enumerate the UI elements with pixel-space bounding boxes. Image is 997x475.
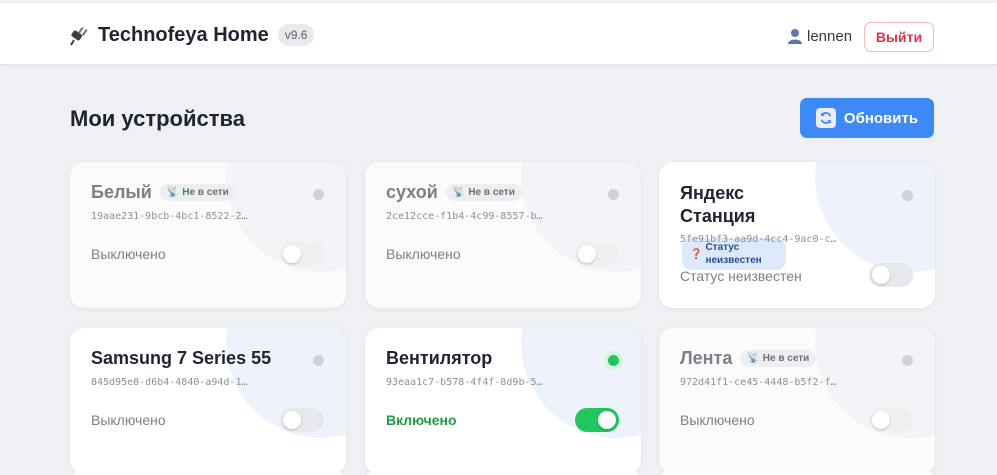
device-name: Лента [680,348,733,368]
page-title: Мои устройства [70,106,245,131]
offline-badge: 📡 Не в сети [445,184,522,201]
device-card[interactable]: Samsung 7 Series 55 845d95e8-d6b4-4840-a… [70,328,346,474]
device-name: Вентилятор [386,348,493,368]
power-toggle[interactable] [280,242,324,266]
version-badge: v9.6 [277,24,315,46]
top-bar: Technofeya Home v9.6 lennen Выйти [0,3,997,65]
logout-button[interactable]: Выйти [864,22,934,52]
offline-badge: 📡 Не в сети [159,184,236,201]
refresh-button[interactable]: Обновить [800,98,934,138]
device-state: Выключено [91,246,166,262]
user-info: lennen [786,27,852,45]
device-card-partial[interactable] [70,471,346,475]
device-id: 972d41f1-ce45-4448-b5f2-f… [680,377,837,388]
power-toggle[interactable] [869,408,913,432]
user-icon [788,29,802,44]
device-state: Включено [386,412,457,428]
device-id: 5fe91bf3-aa9d-4cc4-9ac0-c… [680,234,837,245]
username: lennen [807,27,853,45]
brand-title: Technofeya Home [98,23,269,46]
power-toggle[interactable] [575,408,619,432]
refresh-icon [815,108,836,128]
device-state: Выключено [91,412,166,428]
status-dot [313,189,324,200]
device-id: 845d95e8-d6b4-4840-a94d-1… [91,377,248,388]
status-dot [313,355,324,366]
badge-label: Не в сети [182,187,229,198]
device-state: Выключено [680,412,755,428]
satellite-icon: 📡 [747,353,760,364]
device-name: сухой [386,182,438,202]
brand[interactable]: Technofeya Home v9.6 [70,22,315,48]
power-toggle[interactable] [280,408,324,432]
device-card[interactable]: Яндекс Станция ❓ Статус неизвестен 5fe91… [659,162,935,308]
question-icon: ❓ [690,248,703,260]
device-card-partial[interactable] [365,471,641,475]
satellite-icon: 📡 [166,187,180,198]
status-dot [608,355,619,366]
offline-badge: 📡 Не в сети [740,350,817,367]
badge-label: Не в сети [468,187,515,198]
badge-label: Не в сети [762,353,810,364]
satellite-icon: 📡 [452,187,466,198]
device-state: Статус неизвестен [680,268,802,284]
device-name: Samsung 7 Series 55 [91,348,272,368]
device-name: Яндекс Станция [680,183,756,226]
device-state: Выключено [386,246,461,262]
refresh-label: Обновить [843,109,919,127]
status-dot [608,189,619,200]
device-id: 2ce12cce-f1b4-4c99-8557-b… [386,211,543,222]
status-dot [902,355,913,366]
device-card-partial[interactable] [659,471,935,475]
status-dot [902,190,913,201]
device-card[interactable]: Вентилятор 93eaa1c7-b578-4f4f-8d9b-5… Вк… [365,328,641,474]
power-toggle[interactable] [575,242,619,266]
power-toggle[interactable] [869,263,913,287]
device-id: 93eaa1c7-b578-4f4f-8d9b-5… [386,377,543,388]
device-name: Белый [91,182,152,202]
device-card[interactable]: Белый 📡 Не в сети 19aae231-9bcb-4bc1-852… [70,162,346,308]
plug-icon [70,26,88,46]
device-card[interactable]: Лента 📡 Не в сети 972d41f1-ce45-4448-b5f… [659,328,935,474]
device-card[interactable]: сухой 📡 Не в сети 2ce12cce-f1b4-4c99-855… [365,162,641,308]
device-id: 19aae231-9bcb-4bc1-8522-2… [91,211,248,222]
